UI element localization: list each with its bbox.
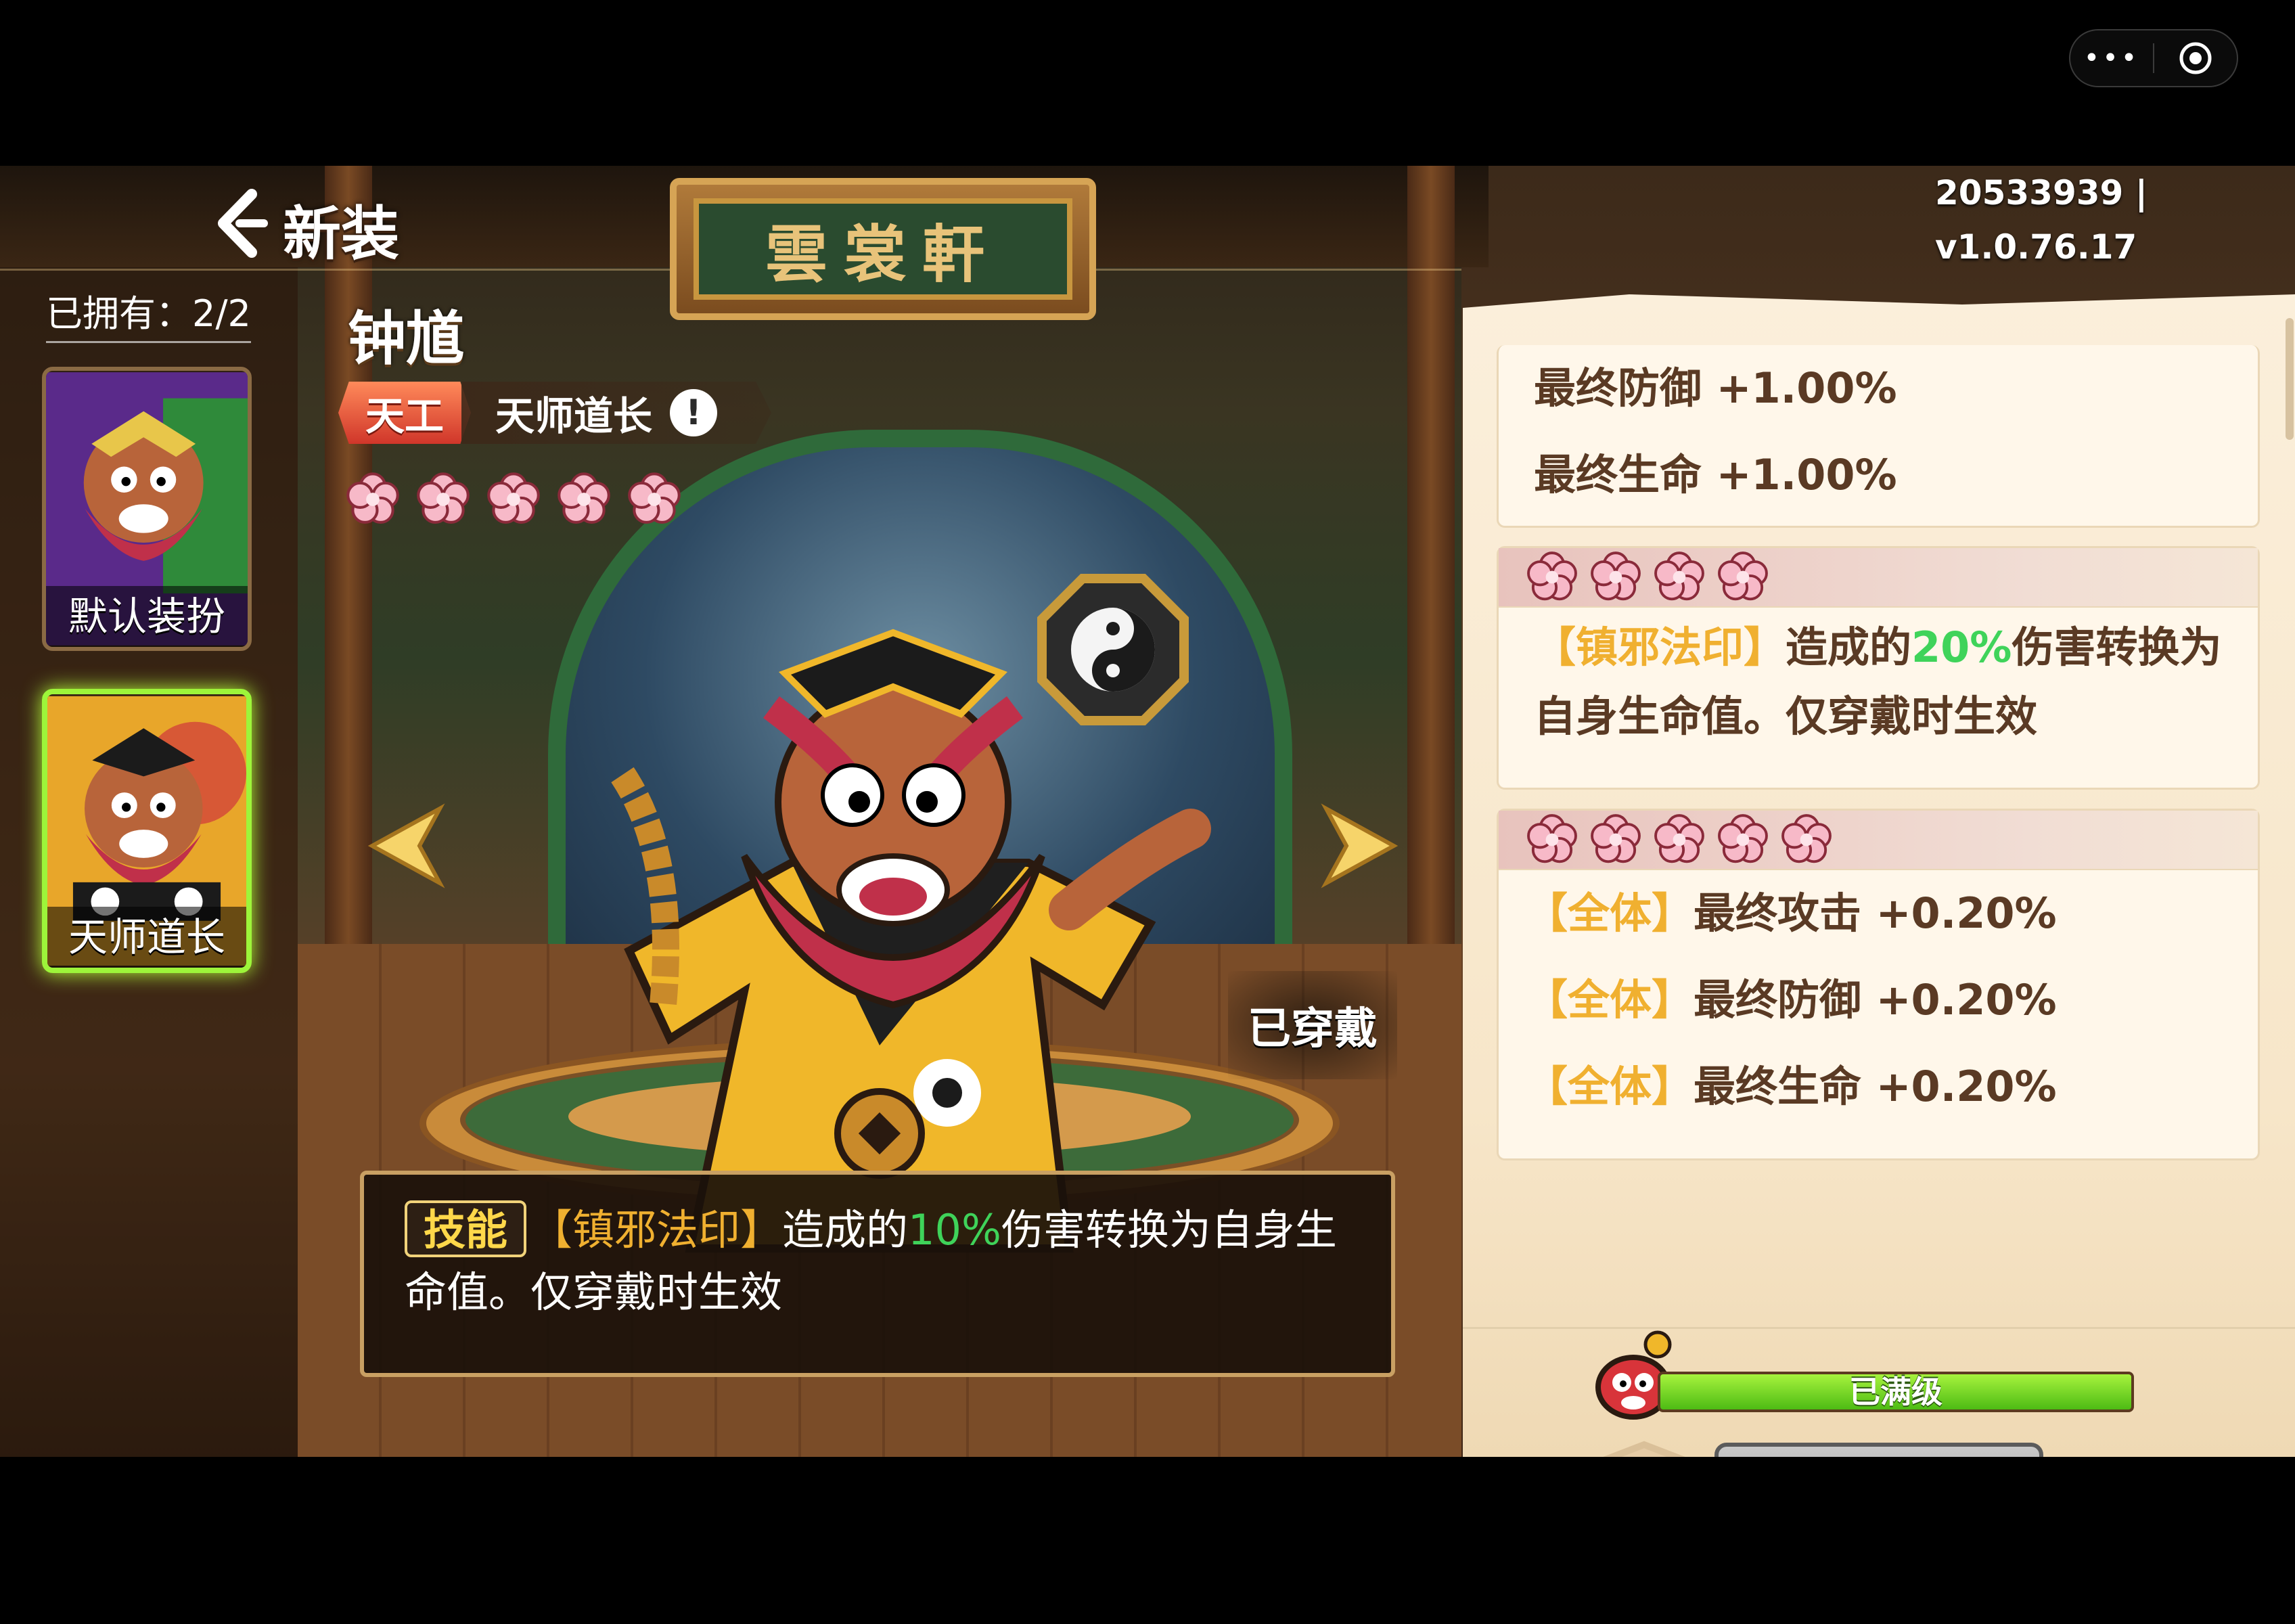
bonus-4star-percent: 20% [1911,623,2012,672]
back-button[interactable] [210,186,271,261]
bonus-4star-text-a: 造成的 [1786,623,1912,672]
blossom-star-icon [1718,551,1768,601]
owned-count: 已拥有：2/2 [46,284,251,343]
skill-badge: 技能 [405,1200,527,1257]
bagua-mirror-icon [1037,574,1189,725]
miniprogram-capsule: ••• [2069,29,2238,87]
blossom-star-icon [1527,551,1577,601]
arrow-right-icon [1321,803,1399,888]
version-text: 20533939 | v1.0.76.17 [1935,173,2148,267]
game-screen: 雲裳軒 新装 20533939 | v1.0.76.17 已拥有：2/2 默认装… [0,166,2295,1457]
stat-line-hp: 最终生命 +1.00% [1534,450,1897,499]
close-target-icon[interactable] [2154,41,2237,76]
skill-name: 【镇邪法印】 [530,1205,783,1255]
stats-card: 最终防御 +1.00% 最终生命 +1.00% [1497,345,2260,528]
blossom-star-icon [1591,814,1641,863]
more-icon[interactable]: ••• [2070,31,2153,85]
stat-line-defense: 最终防御 +1.00% [1534,363,1897,413]
pillar-right [1407,166,1455,1012]
quality-badge: 天工 [338,382,472,444]
panel-footer-divider [1463,1327,2295,1329]
bonus-5star-line-defense: 【全体】最终防御 +0.20% [1499,957,2258,1043]
bonus-card-5star: 【全体】最终攻击 +0.20% 【全体】最终防御 +0.20% 【全体】最终生命… [1497,809,2260,1160]
blossom-star-icon [1591,551,1641,601]
bonus-4star-header [1499,548,2258,608]
info-icon[interactable]: ! [670,389,718,436]
character-tag-row: 天工 天师道长 ! [338,379,772,447]
blossom-star-icon [628,472,681,524]
scope-all-tag: 【全体】 [1526,975,1694,1024]
blossom-star-icon [417,472,470,524]
skin-label-taoist: 天师道长 [47,907,246,968]
character-name: 钟馗 [348,305,464,373]
blossom-star-icon [1527,814,1577,863]
blossom-star-icon [558,472,610,524]
blossom-star-icon [1718,814,1768,863]
chevron-left-icon [218,189,268,258]
blossom-star-icon [487,472,540,524]
skin-name-label: 天师道长 [495,393,653,439]
bonus-5star-header [1499,811,2258,870]
skill-description-box: 技能 【镇邪法印】造成的10%伤害转换为自身生命值。仅穿戴时生效 [360,1171,1395,1377]
skin-card-default[interactable]: 默认装扮 [42,367,252,651]
scope-all-tag: 【全体】 [1526,1062,1694,1111]
level-status-text: 已满级 [1849,1374,1942,1410]
skin-name-tag: 天师道长 ! [461,382,772,444]
blossom-star-icon [1654,551,1704,601]
panel-scrollbar[interactable] [2286,318,2294,440]
level-progress-bar: 已满级 [1658,1372,2134,1412]
blossom-star-icon [1781,814,1832,863]
bonus-5star-line-2: 最终防御 +0.20% [1694,975,2057,1024]
scope-all-tag: 【全体】 [1526,888,1694,938]
skin-label-default: 默认装扮 [46,586,248,647]
zhong-kui-character-art [611,574,1211,1253]
bonus-5star-line-attack: 【全体】最终攻击 +0.20% [1499,870,2258,957]
skin-card-taoist[interactable]: 天师道长 [42,689,252,973]
bonus-4star-skill: 【镇邪法印】 [1534,623,1786,672]
bonus-5star-line-hp: 【全体】最终生命 +0.20% [1499,1043,2258,1130]
page-title[interactable]: 新装 [283,186,399,271]
next-skin-button[interactable] [1319,795,1414,897]
bonus-5star-line-1: 最终攻击 +0.20% [1694,888,2057,938]
blossom-star-icon [1654,814,1704,863]
max-level-button[interactable]: 已满 [1714,1443,2043,1457]
skill-description: 技能 【镇邪法印】造成的10%伤害转换为自身生命值。仅穿戴时生效 [405,1199,1350,1324]
skill-text-a: 造成的 [782,1205,909,1255]
skill-percent: 10% [908,1205,1001,1255]
equipped-status: 已穿戴 [1228,971,1397,1079]
bonus-card-4star: 【镇邪法印】造成的20%伤害转换为自身生命值。仅穿戴时生效 [1497,546,2260,790]
signboard-text: 雲裳軒 [765,217,1001,291]
arrow-left-icon [367,803,445,888]
bonus-4star-text: 【镇邪法印】造成的20%伤害转换为自身生命值。仅穿戴时生效 [1499,608,2258,757]
bonus-5star-line-3: 最终生命 +0.20% [1694,1062,2057,1111]
blossom-star-icon [346,472,399,524]
prev-skin-button[interactable] [352,795,447,897]
shop-signboard: 雲裳軒 [670,178,1096,320]
character-star-row [345,472,682,527]
